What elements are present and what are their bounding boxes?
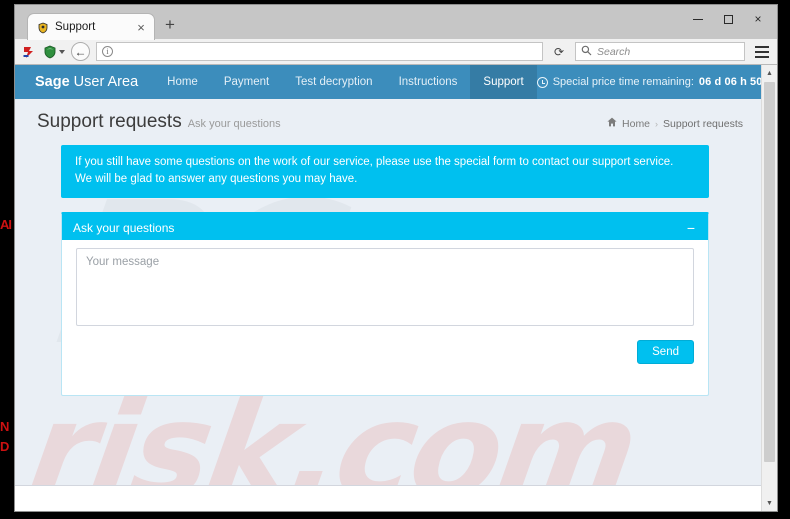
alert-line-2: We will be glad to answer any questions … xyxy=(75,173,358,185)
info-alert: If you still have some questions on the … xyxy=(61,145,709,198)
back-button[interactable]: ← xyxy=(71,42,90,61)
new-tab-button[interactable]: + xyxy=(165,15,175,35)
panel-footer: Send xyxy=(62,331,708,375)
home-icon xyxy=(607,117,617,130)
tab-close-icon[interactable]: × xyxy=(134,21,148,34)
panel-body: Send xyxy=(62,240,708,395)
nav-item-support[interactable]: Support xyxy=(470,65,537,99)
panel-collapse-button[interactable]: − xyxy=(685,221,697,235)
message-field-wrapper xyxy=(62,240,708,331)
page-scrollbar[interactable]: ▲ ▼ xyxy=(761,65,777,511)
tab-favicon-icon xyxy=(37,21,49,34)
site-navbar: Sage User Area Home Payment Test decrypti… xyxy=(15,65,761,99)
breadcrumb-separator: › xyxy=(655,118,659,129)
page-footer xyxy=(15,485,761,511)
scrollbar-up-arrow[interactable]: ▲ xyxy=(762,65,777,81)
page-title: Support requests xyxy=(37,111,182,132)
s-extension-icon[interactable] xyxy=(21,44,37,60)
brand-light-text: User Area xyxy=(73,74,139,90)
brand-bold-text: Sage xyxy=(35,74,70,90)
timer-label: Special price time remaining: xyxy=(552,76,694,88)
nav-item-home[interactable]: Home xyxy=(154,65,211,99)
browser-toolbar: ← i ⟳ Search xyxy=(15,39,777,65)
window-minimize-button[interactable] xyxy=(683,8,713,30)
page-subtitle: Ask your questions xyxy=(187,118,281,130)
clock-icon xyxy=(536,76,548,88)
window-maximize-button[interactable] xyxy=(713,8,743,30)
page-viewport: PC risk.com SageUser Area Home Payment T… xyxy=(15,65,777,511)
alert-line-1: If you still have some questions on the … xyxy=(75,156,674,168)
nav-item-payment[interactable]: Payment xyxy=(211,65,282,99)
breadcrumb-home-link[interactable]: Home xyxy=(622,118,650,130)
site-info-icon[interactable]: i xyxy=(102,46,113,57)
content-header: Support requests Ask your questions Home… xyxy=(15,99,761,139)
search-placeholder-text: Search xyxy=(597,45,631,58)
search-icon xyxy=(581,45,592,59)
screen: AI N D Support × + × ← i ⟳ Search risk.c… xyxy=(0,0,790,519)
panel-header: Ask your questions − xyxy=(62,215,708,240)
search-bar[interactable]: Search xyxy=(575,42,745,61)
hamburger-menu-icon[interactable] xyxy=(751,45,773,58)
support-panel: Ask your questions − Send xyxy=(61,212,709,396)
window-controls: × xyxy=(683,8,773,30)
timer-value: 06 d 06 h 50 m 58 s xyxy=(698,76,761,88)
chevron-down-icon[interactable] xyxy=(59,49,65,54)
browser-window: Support × + × ← i ⟳ Search risk.com Sage… xyxy=(14,4,778,512)
web-page: PC risk.com SageUser Area Home Payment T… xyxy=(15,65,761,511)
tab-title: Support xyxy=(55,21,96,33)
breadcrumb-current: Support requests xyxy=(663,117,743,130)
window-close-button[interactable]: × xyxy=(743,8,773,30)
panel-title: Ask your questions xyxy=(73,220,175,235)
navbar-right-group: Special price time remaining: 06 d 06 h … xyxy=(536,65,761,99)
nav-item-test-decryption[interactable]: Test decryption xyxy=(282,65,385,99)
breadcrumb: Home › Support requests xyxy=(607,117,743,130)
browser-tab-strip: Support × + × xyxy=(15,5,777,40)
scrollbar-thumb[interactable] xyxy=(764,82,775,462)
shield-icon[interactable] xyxy=(43,45,65,59)
site-brand[interactable]: Sage User Area xyxy=(15,65,154,99)
reload-button[interactable]: ⟳ xyxy=(549,42,569,61)
message-input[interactable] xyxy=(76,248,694,326)
send-button[interactable]: Send xyxy=(637,340,694,364)
special-price-timer: Special price time remaining: 06 d 06 h … xyxy=(536,76,761,88)
address-bar[interactable]: i xyxy=(96,42,543,61)
nav-item-instructions[interactable]: Instructions xyxy=(386,65,471,99)
browser-tab[interactable]: Support × xyxy=(27,13,155,40)
scrollbar-down-arrow[interactable]: ▼ xyxy=(762,495,777,511)
